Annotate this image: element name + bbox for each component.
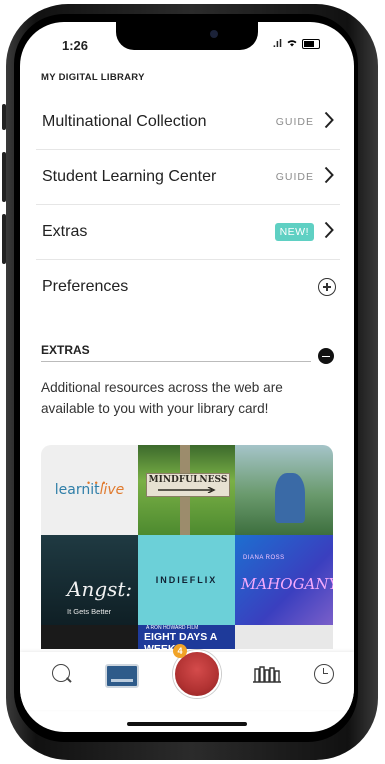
status-time: 1:26	[62, 38, 89, 53]
plus-circle-icon[interactable]	[318, 278, 336, 296]
shelf-icon[interactable]	[252, 665, 282, 683]
menu-item-preferences[interactable]: Preferences	[36, 260, 340, 314]
notch	[116, 22, 258, 50]
yoga-figure	[275, 473, 305, 523]
wifi-icon	[286, 38, 298, 50]
library-card-icon[interactable]	[105, 664, 139, 688]
battery-icon	[302, 39, 320, 49]
angst-subtitle: It Gets Better	[67, 607, 112, 616]
signal-icon: .ıl	[272, 38, 282, 50]
minus-circle-icon[interactable]	[318, 348, 334, 364]
chevron-right-icon	[324, 221, 334, 239]
volume-down-button	[2, 214, 6, 264]
menu-item-label: Multinational Collection	[42, 113, 207, 130]
extras-grid: • • • learnitlive MINDFULNESS Angst: It …	[41, 445, 333, 649]
chevron-right-icon	[324, 166, 334, 184]
learnit-live-tile[interactable]: • • • learnitlive	[41, 445, 138, 535]
screen: 1:26 .ıl MY DIGITAL LIBRARY Multinationa…	[20, 22, 354, 732]
volume-up-button	[2, 152, 6, 202]
guide-tag: GUIDE	[275, 116, 314, 128]
clock-icon[interactable]	[314, 664, 334, 684]
new-badge: NEW!	[274, 223, 314, 241]
mahogany-tile[interactable]: DIANA ROSS MAHOGANY	[235, 535, 333, 625]
indieflix-logo: INDIEFLIX	[155, 575, 218, 585]
camera-icon	[210, 30, 218, 38]
menu-item-student-learning-center[interactable]: Student Learning Center GUIDE	[36, 150, 340, 205]
avatar-badge: 4	[173, 644, 187, 658]
tab-bar: 4	[20, 644, 354, 710]
search-icon[interactable]	[52, 664, 70, 682]
mahogany-star-name: DIANA ROSS	[243, 555, 285, 561]
home-indicator[interactable]	[127, 722, 247, 726]
library-menu: Multinational Collection GUIDE Student L…	[36, 95, 340, 314]
mindfulness-sign: MINDFULNESS	[146, 473, 230, 497]
mahogany-title: MAHOGANY	[241, 575, 333, 593]
angst-tile[interactable]: Angst: It Gets Better	[41, 535, 138, 625]
gray-tile[interactable]	[235, 625, 333, 649]
eight-days-tile[interactable]: A RON HOWARD FILM EIGHT DAYS A WEEK	[138, 625, 235, 649]
chevron-right-icon	[324, 111, 334, 129]
guide-tag: GUIDE	[275, 171, 314, 183]
status-icons: .ıl	[273, 38, 320, 50]
angst-title: Angst:	[67, 577, 133, 601]
menu-item-label: Student Learning Center	[42, 168, 217, 185]
extras-description: Additional resources across the web are …	[41, 380, 283, 416]
menu-item-label: Preferences	[42, 278, 129, 295]
arrow-icon	[158, 487, 216, 493]
mute-switch	[2, 104, 6, 130]
menu-item-multinational-collection[interactable]: Multinational Collection GUIDE	[36, 95, 340, 150]
extras-heading: EXTRAS	[41, 343, 90, 357]
learnit-dots: • • •	[87, 478, 107, 488]
mindfulness-tile[interactable]: MINDFULNESS	[138, 445, 235, 535]
eight-days-title: EIGHT DAYS A WEEK	[144, 631, 217, 649]
menu-item-label: Extras	[42, 223, 88, 240]
menu-item-extras[interactable]: Extras NEW!	[36, 205, 340, 260]
section-title: MY DIGITAL LIBRARY	[41, 72, 145, 83]
dark-tile[interactable]	[41, 625, 138, 649]
extras-divider	[41, 361, 311, 362]
indieflix-tile[interactable]: INDIEFLIX	[138, 535, 235, 625]
yoga-tile[interactable]	[235, 445, 333, 535]
